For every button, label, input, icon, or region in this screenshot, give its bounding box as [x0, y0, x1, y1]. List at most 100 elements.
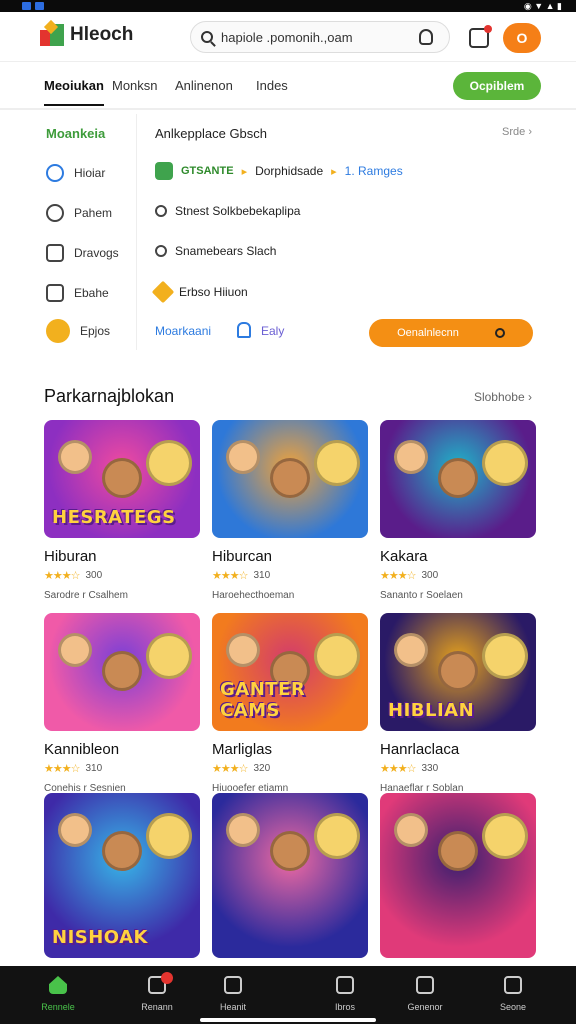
arrow-icon: ▸ — [331, 165, 337, 178]
nav-item-3[interactable]: Ibros — [315, 976, 375, 1012]
nav-item-4[interactable]: Genenor — [395, 976, 455, 1012]
panel-link-1[interactable]: Moarkaani — [155, 324, 211, 338]
sidebar-item-4[interactable]: Epjos — [46, 319, 110, 343]
character-figure — [226, 813, 260, 847]
notifications-icon[interactable] — [469, 25, 492, 48]
character-figure — [146, 813, 192, 859]
game-card[interactable] — [380, 793, 536, 958]
character-figure — [226, 440, 260, 474]
nav-item-1[interactable]: Renann — [127, 972, 187, 1012]
game-title[interactable]: Hiburcan — [212, 548, 368, 565]
star-rating-icon: ★★★☆ — [212, 570, 248, 582]
game-title[interactable]: Hanrlaclaca — [380, 741, 536, 758]
game-card[interactable]: Kannibleon ★★★☆ 310 Conehis r Sesnien — [44, 613, 200, 794]
game-card[interactable] — [212, 793, 368, 958]
calendar-icon — [416, 976, 434, 994]
section-more-link[interactable]: Slobhobe › — [474, 390, 532, 404]
sidebar-item-label: Dravogs — [74, 246, 119, 260]
row-text: Stnest Solkbebekaplipa — [175, 204, 301, 218]
nav-label: Heanit — [219, 1002, 246, 1012]
game-thumbnail[interactable] — [380, 420, 536, 538]
badge-icon — [155, 162, 173, 180]
game-rating: ★★★☆ 330 — [380, 762, 536, 775]
game-thumbnail[interactable] — [380, 793, 536, 958]
nav-item-2[interactable]: Heanit — [203, 976, 263, 1012]
nav-item-5[interactable]: Seone — [483, 976, 543, 1012]
search-icon — [494, 328, 505, 338]
game-banner-text: NISHOAK — [52, 927, 148, 948]
panel-link-2[interactable]: Ealy — [261, 324, 284, 338]
game-title[interactable]: Kannibleon — [44, 741, 200, 758]
logo[interactable]: Hleoch — [40, 19, 134, 48]
game-thumbnail[interactable] — [212, 793, 368, 958]
game-card[interactable]: HESRATEGS Hiburan ★★★☆ 300 Sarodre r Csalhem — [44, 420, 200, 601]
status-bar: ◉ ▼ ▲ ▮ — [0, 0, 576, 12]
game-title[interactable]: Kakara — [380, 548, 536, 565]
character-figure — [314, 440, 360, 486]
game-rating: ★★★☆ 310 — [44, 762, 200, 775]
character-figure — [482, 633, 528, 679]
tab-2[interactable]: Anlinenon — [175, 78, 233, 93]
game-rating: ★★★☆ 300 — [380, 569, 536, 582]
character-figure — [270, 458, 310, 498]
row-text: Erbso Hiiuon — [179, 285, 248, 299]
game-thumbnail[interactable]: NISHOAK — [44, 793, 200, 958]
game-card[interactable]: Hiburcan ★★★☆ 310 Haroehecthoeman — [212, 420, 368, 601]
panel-row-1[interactable]: Stnest Solkbebekaplipa — [155, 204, 300, 218]
tab-0[interactable]: Meoiukan — [44, 78, 104, 106]
home-indicator[interactable] — [200, 1018, 376, 1022]
character-figure — [146, 440, 192, 486]
game-thumbnail[interactable]: HESRATEGS — [44, 420, 200, 538]
tab-1[interactable]: Monksn — [112, 78, 158, 93]
tab-3[interactable]: Indes — [256, 78, 288, 93]
logo-text: Hleoch — [70, 24, 134, 45]
pin-icon — [155, 205, 167, 217]
game-meta: Sananto r Soelaen — [380, 590, 463, 601]
notification-dot — [484, 25, 492, 33]
sidebar-title: Moankeia — [46, 126, 106, 141]
game-banner-text: HESRATEGS — [52, 507, 176, 528]
row-text: Dorphidsade — [255, 164, 324, 178]
nav-label: Genenor — [407, 1002, 443, 1012]
character-figure — [482, 440, 528, 486]
home-icon — [49, 976, 67, 994]
star-rating-icon: ★★★☆ — [44, 763, 80, 775]
sidebar-item-0[interactable]: Hioiar — [46, 164, 105, 182]
game-title[interactable]: Marliglas — [212, 741, 368, 758]
quick-panel: Anlkepplace Gbsch Srde › GTSANTE ▸ Dorph… — [137, 114, 576, 350]
search-input[interactable] — [221, 29, 411, 45]
game-card[interactable]: GANTER CAMS Marliglas ★★★☆ 320 Hiuooefer eti… — [212, 613, 368, 794]
app-header: Hleoch O — [0, 12, 576, 62]
panel-more-link[interactable]: Srde › — [502, 126, 532, 138]
game-thumbnail[interactable] — [212, 420, 368, 538]
sidebar-item-2[interactable]: Dravogs — [46, 244, 119, 262]
search-bar[interactable] — [190, 21, 450, 53]
game-thumbnail[interactable]: GANTER CAMS — [212, 613, 368, 731]
tabs-cta-button[interactable]: Ocpiblem — [453, 72, 541, 100]
microphone-icon[interactable] — [419, 29, 433, 45]
character-figure — [314, 813, 360, 859]
bell-icon[interactable] — [237, 322, 251, 338]
sidebar: Moankeia Hioiar Pahem Dravogs Ebahe Epjo… — [0, 114, 137, 350]
game-meta: Sarodre r Csalhem — [44, 590, 128, 601]
game-thumbnail[interactable] — [44, 613, 200, 731]
game-card[interactable]: Kakara ★★★☆ 300 Sananto r Soelaen — [380, 420, 536, 601]
game-card[interactable]: HIBLIAN Hanrlaclaca ★★★☆ 330 Hanaeflar r Sob… — [380, 613, 536, 794]
game-banner-text: GANTER CAMS — [220, 679, 306, 721]
avatar[interactable]: O — [503, 23, 541, 53]
sidebar-item-1[interactable]: Pahem — [46, 204, 112, 222]
nav-item-0[interactable]: Rennele — [28, 976, 88, 1012]
panel-row-3[interactable]: Erbso Hiiuon — [151, 280, 248, 304]
game-card[interactable]: NISHOAK — [44, 793, 200, 958]
game-title[interactable]: Hiburan — [44, 548, 200, 565]
panel-search-button[interactable]: Oenalnlecnn — [369, 319, 533, 347]
home-icon — [46, 164, 64, 182]
game-thumbnail[interactable]: HIBLIAN — [380, 613, 536, 731]
character-figure — [146, 633, 192, 679]
star-rating-icon: ★★★☆ — [44, 570, 80, 582]
sidebar-item-3[interactable]: Ebahe — [46, 284, 109, 302]
panel-row-0[interactable]: GTSANTE ▸ Dorphidsade ▸ 1. Ramges — [155, 162, 403, 180]
rating-count: 320 — [253, 763, 271, 774]
panel-row-2[interactable]: Snamebears Slach — [155, 244, 276, 258]
row-link[interactable]: 1. Ramges — [345, 164, 403, 178]
